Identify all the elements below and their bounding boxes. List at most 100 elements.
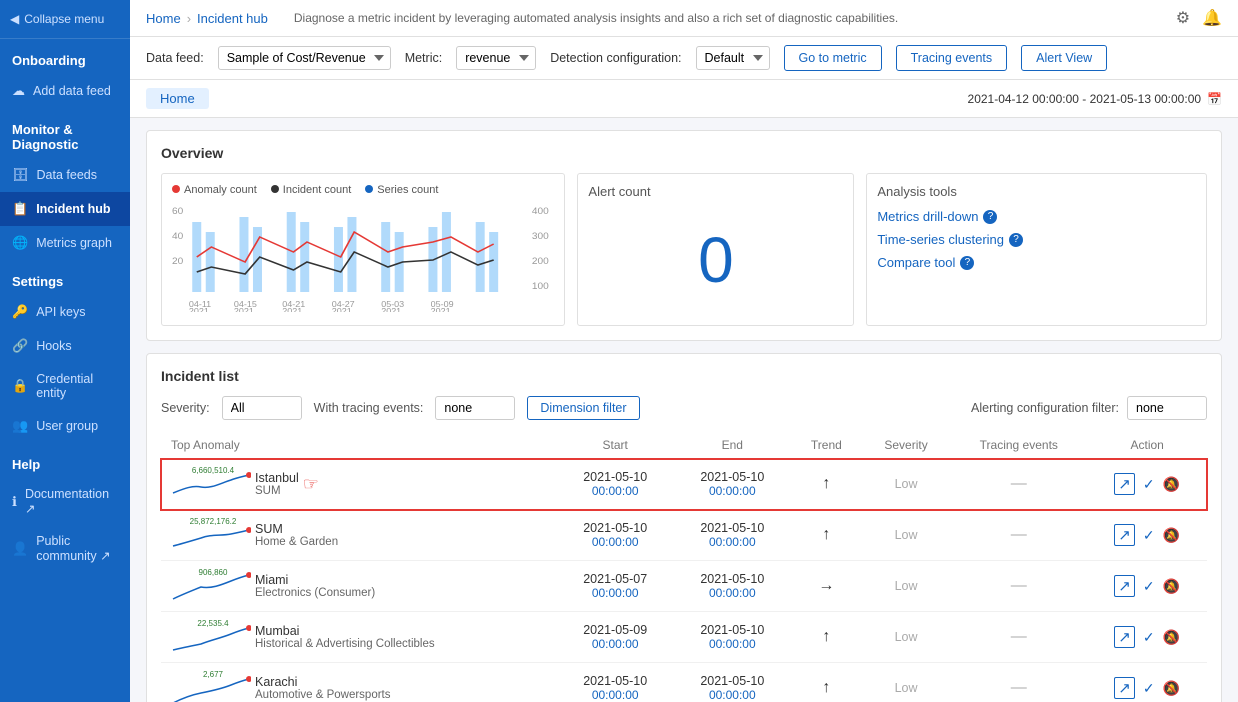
nav-incident-hub-link[interactable]: Incident hub (197, 11, 268, 26)
sidebar-item-credential-entity[interactable]: 🔒 Credential entity (0, 363, 130, 409)
table-row[interactable]: 25,872,176.2SUMHome & Garden2021-05-1000… (161, 510, 1207, 561)
end-time-link[interactable]: 00:00:00 (684, 688, 781, 702)
end-time-link[interactable]: 00:00:00 (684, 586, 781, 600)
end-time-link[interactable]: 00:00:00 (684, 637, 781, 651)
lock-icon: 🔒 (12, 378, 28, 394)
detection-config-select[interactable]: Default (696, 46, 770, 70)
trend-cell: ↑ (791, 510, 862, 561)
sidebar-item-add-data-feed[interactable]: ☁ Add data feed (0, 74, 130, 108)
action-cell: ↗ ✓ 🔕 (1087, 612, 1207, 663)
svg-text:6,660,510.4: 6,660,510.4 (192, 466, 235, 475)
table-row[interactable]: 2,677KarachiAutomotive & Powersports2021… (161, 663, 1207, 702)
mute-button[interactable]: 🔕 (1163, 527, 1180, 544)
svg-text:2021: 2021 (189, 306, 209, 312)
svg-text:906,860: 906,860 (199, 568, 228, 577)
acknowledge-button[interactable]: ✓ (1143, 629, 1155, 646)
table-row[interactable]: 906,860MiamiElectronics (Consumer)2021-0… (161, 561, 1207, 612)
start-time-link[interactable]: 00:00:00 (567, 535, 664, 549)
svg-text:25,872,176.2: 25,872,176.2 (190, 517, 237, 526)
metrics-drilldown-link[interactable]: Metrics drill-down ? (877, 209, 1196, 224)
col-tracing: Tracing events (950, 432, 1087, 459)
data-feed-select[interactable]: Sample of Cost/Revenue (218, 46, 391, 70)
detection-config-label: Detection configuration: (550, 51, 681, 65)
settings-icon[interactable]: ⚙ (1176, 8, 1190, 28)
start-time-link[interactable]: 00:00:00 (567, 688, 664, 702)
sidebar-item-label: Add data feed (33, 84, 111, 98)
sidebar-item-label: Documentation ↗ (25, 487, 118, 516)
alert-config-select[interactable]: none all (1127, 396, 1207, 420)
time-series-clustering-help[interactable]: ? (1009, 233, 1023, 247)
anomaly-location: Miami (255, 573, 375, 587)
metrics-icon: 🌐 (12, 235, 28, 251)
sidebar-item-community[interactable]: 👤 Public community ↗ (0, 525, 130, 572)
sidebar-item-label: Data feeds (37, 168, 97, 182)
svg-text:40: 40 (172, 231, 183, 241)
end-time-link[interactable]: 00:00:00 (684, 484, 781, 498)
section-settings: Settings (0, 260, 130, 295)
page-description: Diagnose a metric incident by leveraging… (294, 11, 898, 25)
content-breadcrumb-bar: Home 2021-04-12 00:00:00 - 2021-05-13 00… (130, 80, 1238, 118)
section-help: Help (0, 443, 130, 478)
sidebar-item-hooks[interactable]: 🔗 Hooks (0, 329, 130, 363)
go-to-metric-button[interactable]: Go to metric (784, 45, 882, 71)
severity-select[interactable]: All High Medium Low (222, 396, 302, 420)
incident-list-title: Incident list (161, 368, 1207, 384)
alert-view-button[interactable]: Alert View (1021, 45, 1107, 71)
severity-cell: Low (862, 612, 950, 663)
end-cell: 2021-05-1000:00:00 (674, 561, 791, 612)
severity-label: Severity: (161, 401, 210, 415)
start-time-link[interactable]: 00:00:00 (567, 586, 664, 600)
table-row[interactable]: 6,660,510.4IstanbulSUM☞2021-05-1000:00:0… (161, 459, 1207, 510)
action-cell: ↗ ✓ 🔕 (1087, 561, 1207, 612)
acknowledge-button[interactable]: ✓ (1143, 476, 1155, 493)
sidebar-item-incident-hub[interactable]: 📋 Incident hub (0, 192, 130, 226)
tracing-events-button[interactable]: Tracing events (896, 45, 1008, 71)
mute-button[interactable]: 🔕 (1163, 476, 1180, 493)
notification-icon[interactable]: 🔔 (1202, 8, 1222, 28)
mute-button[interactable]: 🔕 (1163, 578, 1180, 595)
col-severity: Severity (862, 432, 950, 459)
data-feed-label: Data feed: (146, 51, 204, 65)
svg-text:300: 300 (532, 231, 549, 241)
table-row[interactable]: 22,535.4MumbaiHistorical & Advertising C… (161, 612, 1207, 663)
start-cell: 2021-05-1000:00:00 (557, 663, 674, 702)
end-time-link[interactable]: 00:00:00 (684, 535, 781, 549)
sidebar-item-data-feeds[interactable]: 🗄 Data feeds (0, 158, 130, 192)
compare-tool-help[interactable]: ? (960, 256, 974, 270)
mute-button[interactable]: 🔕 (1163, 629, 1180, 646)
collapse-menu-button[interactable]: ◀ Collapse menu (0, 0, 130, 39)
mini-chart-cell: 25,872,176.2SUMHome & Garden (161, 510, 557, 561)
overview-chart: 60 40 20 400 300 200 100 (172, 202, 554, 312)
start-time-link[interactable]: 00:00:00 (567, 484, 664, 498)
action-cell: ↗ ✓ 🔕 (1087, 510, 1207, 561)
acknowledge-button[interactable]: ✓ (1143, 578, 1155, 595)
diagnose-button[interactable]: ↗ (1114, 626, 1135, 648)
sidebar-item-api-keys[interactable]: 🔑 API keys (0, 295, 130, 329)
diagnose-button[interactable]: ↗ (1114, 575, 1135, 597)
sidebar-item-documentation[interactable]: ℹ Documentation ↗ (0, 478, 130, 525)
sidebar-item-label: Metrics graph (36, 236, 112, 250)
diagnose-button[interactable]: ↗ (1114, 473, 1135, 495)
tracing-events-select[interactable]: none all (435, 396, 515, 420)
time-series-clustering-link[interactable]: Time-series clustering ? (877, 232, 1196, 247)
metric-select[interactable]: revenue (456, 46, 536, 70)
sidebar-item-metrics-graph[interactable]: 🌐 Metrics graph (0, 226, 130, 260)
acknowledge-button[interactable]: ✓ (1143, 680, 1155, 697)
metrics-drilldown-help[interactable]: ? (983, 210, 997, 224)
acknowledge-button[interactable]: ✓ (1143, 527, 1155, 544)
breadcrumb-home-button[interactable]: Home (146, 88, 209, 109)
start-time-link[interactable]: 00:00:00 (567, 637, 664, 651)
diagnose-button[interactable]: ↗ (1114, 677, 1135, 699)
dimension-filter-button[interactable]: Dimension filter (527, 396, 639, 420)
legend-incident: Incident count (271, 184, 352, 196)
calendar-icon[interactable]: 📅 (1207, 92, 1222, 106)
sidebar-item-user-group[interactable]: 👥 User group (0, 409, 130, 443)
end-cell: 2021-05-1000:00:00 (674, 663, 791, 702)
anomaly-location: SUM (255, 522, 338, 536)
anomaly-sublocation: Automotive & Powersports (255, 689, 391, 701)
nav-home-link[interactable]: Home (146, 11, 181, 26)
compare-tool-link[interactable]: Compare tool ? (877, 255, 1196, 270)
diagnose-button[interactable]: ↗ (1114, 524, 1135, 546)
mute-button[interactable]: 🔕 (1163, 680, 1180, 697)
severity-cell: Low (862, 459, 950, 510)
